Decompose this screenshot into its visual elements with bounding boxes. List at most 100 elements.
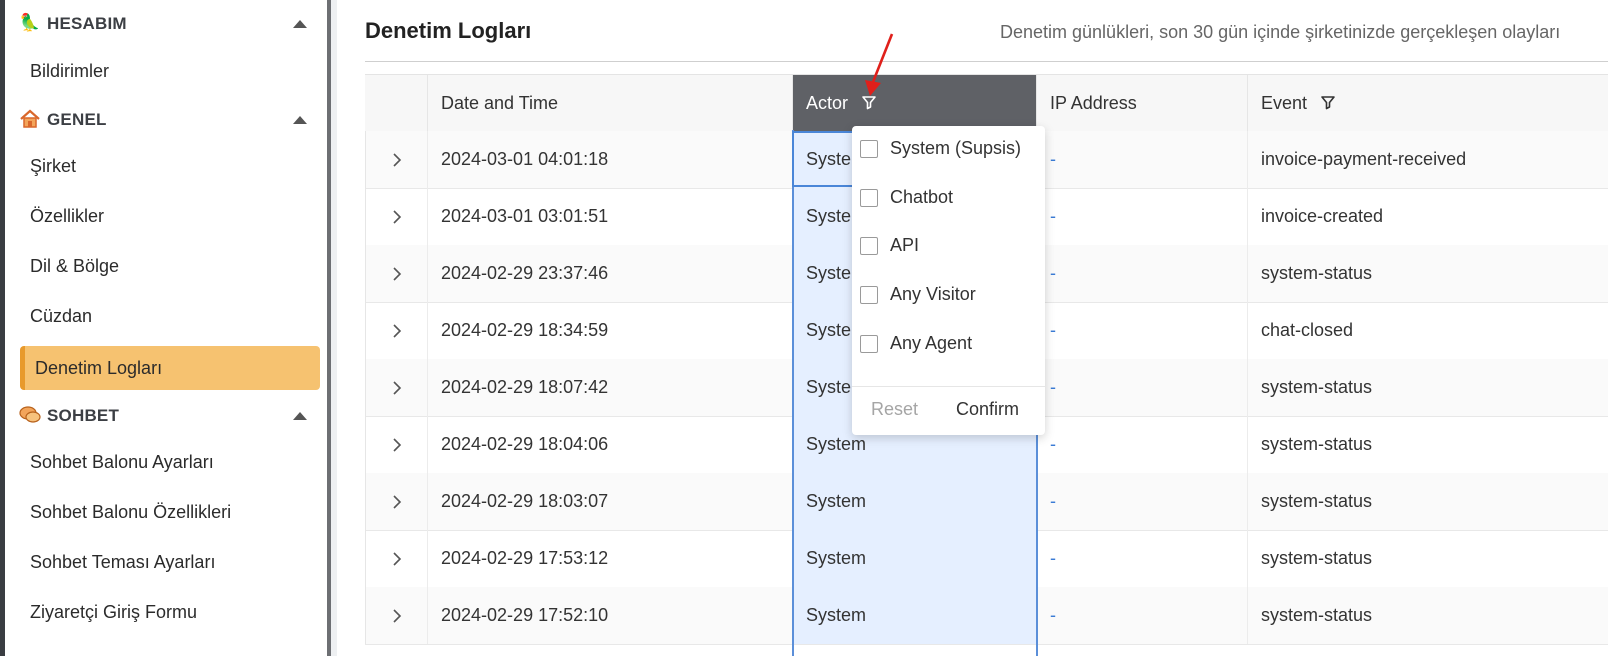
sidebar-item-ozellikler[interactable]: Özellikler (30, 206, 104, 227)
event-cell: system-status (1247, 359, 1608, 416)
annotation-arrow-icon (865, 33, 894, 96)
checkbox[interactable] (860, 140, 878, 159)
chevron-right-icon[interactable] (392, 381, 402, 395)
reset-button[interactable]: Reset (871, 399, 918, 420)
event-cell: system-status (1247, 587, 1608, 644)
checkbox[interactable] (860, 237, 878, 256)
actor-cell: System (792, 530, 1036, 587)
column-header-event[interactable]: Event (1247, 75, 1608, 131)
sidebar-item-bildirimler[interactable]: Bildirimler (30, 61, 109, 82)
expand-cell[interactable] (365, 530, 427, 587)
collapse-caret-icon[interactable] (293, 412, 307, 420)
collapse-caret-icon[interactable] (293, 20, 307, 28)
column-header-actor[interactable]: Actor (792, 75, 1036, 131)
expand-cell[interactable] (365, 473, 427, 530)
sidebar: 🦜 HESABIM Bildirimler GENEL Şirket Özell… (5, 0, 327, 656)
datetime-cell: 2024-02-29 17:53:12 (427, 530, 792, 587)
filter-option-chatbot[interactable]: Chatbot (860, 182, 953, 212)
option-label: Any Visitor (890, 284, 976, 304)
sidebar-item-cuzdan[interactable]: Cüzdan (30, 306, 92, 327)
sidebar-item-sohbet-temasi-ayarlari[interactable]: Sohbet Teması Ayarları (30, 552, 215, 573)
checkbox[interactable] (860, 286, 878, 305)
ip-cell: - (1036, 587, 1247, 644)
chevron-right-icon[interactable] (392, 267, 402, 281)
column-header-ip[interactable]: IP Address (1036, 75, 1247, 131)
event-cell: chat-closed (1247, 302, 1608, 359)
section-title: HESABIM (47, 14, 127, 33)
filter-option-any-agent[interactable]: Any Agent (860, 328, 972, 358)
event-cell: system-status (1247, 473, 1608, 530)
event-cell: system-status (1247, 416, 1608, 473)
sidebar-item-sohbet-balonu-ayarlari[interactable]: Sohbet Balonu Ayarları (30, 452, 214, 473)
filter-option-system-supsis[interactable]: System (Supsis) (860, 133, 1021, 163)
sidebar-section-genel[interactable]: GENEL (5, 102, 327, 136)
chevron-right-icon[interactable] (392, 324, 402, 338)
filter-option-any-visitor[interactable]: Any Visitor (860, 279, 976, 309)
expand-cell[interactable] (365, 416, 427, 473)
filter-option-api[interactable]: API (860, 230, 919, 260)
datetime-cell: 2024-02-29 17:52:10 (427, 587, 792, 644)
ip-cell: - (1036, 245, 1247, 302)
sidebar-item-sirket[interactable]: Şirket (30, 156, 76, 177)
collapse-caret-icon[interactable] (293, 116, 307, 124)
bird-icon: 🦜 (19, 13, 41, 32)
table-row[interactable]: 2024-02-29 18:03:07 System - system-status (365, 473, 1608, 531)
expand-column-header (365, 75, 427, 131)
confirm-button[interactable]: Confirm (956, 399, 1019, 420)
page-title: Denetim Logları (365, 18, 532, 43)
page-description: Denetim günlükleri, son 30 gün içinde şi… (1000, 22, 1561, 42)
datetime-cell: 2024-02-29 18:34:59 (427, 302, 792, 359)
expand-cell[interactable] (365, 302, 427, 359)
ip-cell: - (1036, 359, 1247, 416)
section-title: GENEL (47, 110, 107, 129)
event-cell: system-status (1247, 530, 1608, 587)
option-label: Chatbot (890, 187, 954, 207)
expand-cell[interactable] (365, 245, 427, 302)
checkbox[interactable] (860, 189, 878, 208)
ip-cell: - (1036, 131, 1247, 188)
actor-filter-dropdown: System (Supsis) Chatbot API Any Visitor … (852, 126, 1045, 435)
filter-icon[interactable] (1320, 76, 1336, 132)
chevron-right-icon[interactable] (392, 609, 402, 623)
sidebar-item-dil-bolge[interactable]: Dil & Bölge (30, 256, 119, 277)
checkbox[interactable] (860, 335, 878, 354)
option-label: System (Supsis) (890, 138, 1022, 158)
datetime-cell: 2024-02-29 18:07:42 (427, 359, 792, 416)
table-row[interactable]: 2024-02-29 17:53:12 System - system-status (365, 530, 1608, 588)
ip-cell: - (1036, 473, 1247, 530)
datetime-cell: 2024-03-01 04:01:18 (427, 131, 792, 188)
event-cell: system-status (1247, 245, 1608, 302)
datetime-cell: 2024-02-29 23:37:46 (427, 245, 792, 302)
section-title: SOHBET (47, 406, 120, 425)
column-header-datetime[interactable]: Date and Time (427, 75, 792, 131)
datetime-cell: 2024-03-01 03:01:51 (427, 188, 792, 245)
ip-cell: - (1036, 530, 1247, 587)
chevron-right-icon[interactable] (392, 438, 402, 452)
chevron-right-icon[interactable] (392, 153, 402, 167)
sidebar-item-denetim-loglari[interactable]: Denetim Logları (20, 346, 320, 390)
sidebar-section-hesabim[interactable]: 🦜 HESABIM (5, 6, 327, 40)
home-icon (19, 109, 41, 129)
option-label: API (890, 235, 920, 255)
event-cell: invoice-created (1247, 188, 1608, 245)
chevron-right-icon[interactable] (392, 552, 402, 566)
table-header: Date and Time Actor IP Address Event (365, 74, 1608, 132)
expand-cell[interactable] (365, 359, 427, 416)
sidebar-section-sohbet[interactable]: SOHBET (5, 398, 327, 432)
sidebar-item-sohbet-balonu-ozellikleri[interactable]: Sohbet Balonu Özellikleri (30, 502, 231, 523)
chevron-right-icon[interactable] (392, 210, 402, 224)
dropdown-footer: Reset Confirm (852, 386, 1045, 436)
chat-bubbles-icon (19, 405, 41, 425)
sidebar-item-ziyaretci-giris-formu[interactable]: Ziyaretçi Giriş Formu (30, 602, 197, 623)
chevron-right-icon[interactable] (392, 495, 402, 509)
divider (331, 0, 337, 656)
option-label: Any Agent (890, 333, 973, 353)
expand-cell[interactable] (365, 587, 427, 644)
expand-cell[interactable] (365, 188, 427, 245)
column-label: Event (1261, 93, 1308, 113)
ip-cell: - (1036, 188, 1247, 245)
column-label: Actor (806, 93, 849, 113)
expand-cell[interactable] (365, 131, 427, 188)
table-row[interactable]: 2024-02-29 17:52:10 System - system-status (365, 587, 1608, 645)
divider (365, 61, 1608, 62)
